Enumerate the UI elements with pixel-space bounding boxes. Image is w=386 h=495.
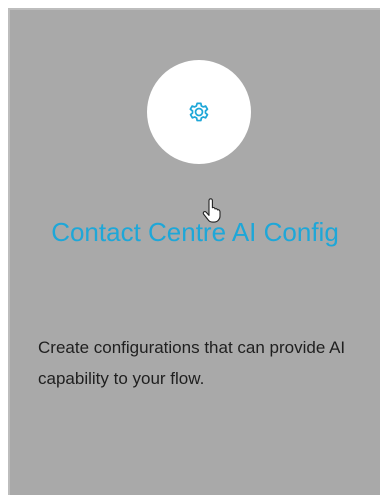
gear-icon (186, 99, 212, 125)
page: Contact Centre AI Config Create configur… (0, 0, 386, 495)
contact-centre-ai-config-card[interactable]: Contact Centre AI Config Create configur… (8, 8, 380, 495)
icon-circle (147, 60, 251, 164)
card-title[interactable]: Contact Centre AI Config (10, 216, 380, 248)
card-description: Create configurations that can provide A… (38, 338, 346, 388)
